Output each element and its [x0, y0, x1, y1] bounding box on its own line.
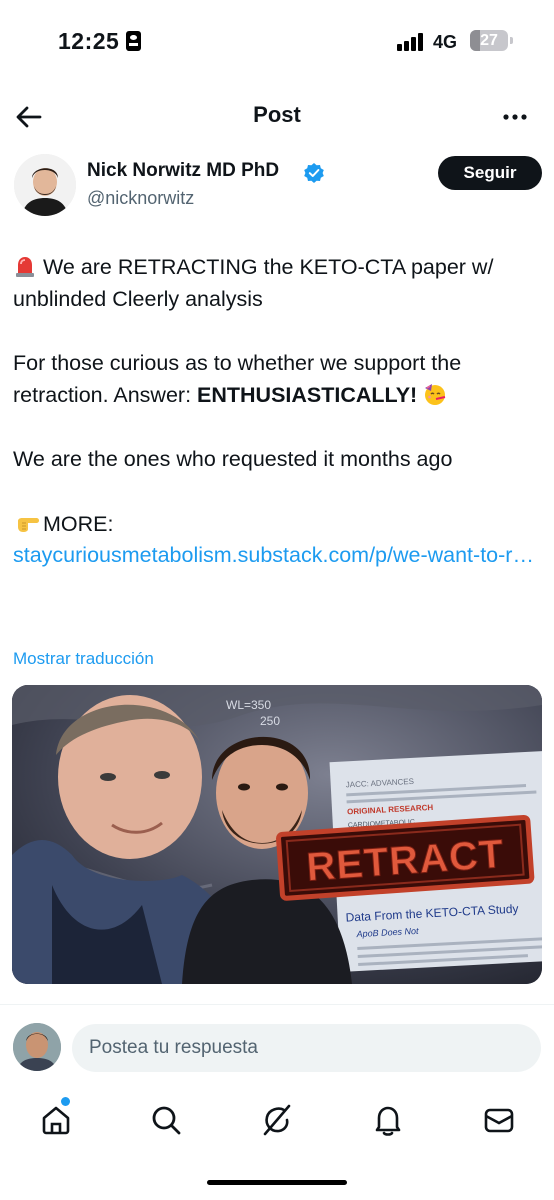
status-bar: 12:25 4G 27 [0, 0, 554, 80]
media-illustration: JACC: ADVANCES ORIGINAL RESEARCH CARDIOM… [12, 685, 542, 984]
home-icon [42, 1106, 70, 1135]
siren-emoji-icon [16, 257, 34, 277]
id-card-icon [126, 31, 141, 51]
messages-icon [484, 1108, 514, 1133]
nav-notifications[interactable] [368, 1100, 408, 1140]
author-avatar-image [14, 154, 76, 216]
current-user-avatar[interactable] [13, 1023, 61, 1071]
post-media-image[interactable]: JACC: ADVANCES ORIGINAL RESEARCH CARDIOM… [12, 685, 542, 984]
home-indicator [207, 1180, 347, 1185]
current-user-avatar-image [13, 1023, 61, 1071]
notifications-icon [375, 1106, 401, 1136]
battery-percentage: 27 [480, 32, 498, 49]
follow-button[interactable]: Seguir [438, 156, 542, 190]
post-text-1: We are RETRACTING the KETO-CTA paper w/ … [13, 255, 494, 311]
wl-label: WL=350 [226, 698, 271, 712]
home-notification-dot [61, 1097, 70, 1106]
author-handle[interactable]: @nicknorwitz [87, 188, 194, 209]
nav-messages[interactable] [479, 1100, 519, 1140]
post-paragraph: MORE: staycuriousmetabolism.substack.com… [13, 509, 543, 572]
post-body: We are RETRACTING the KETO-CTA paper w/ … [13, 252, 543, 572]
page-title: Post [253, 102, 301, 127]
post-more-label: MORE: [43, 511, 114, 536]
bottom-nav [0, 1090, 554, 1150]
nav-grok[interactable] [257, 1100, 297, 1140]
post-paragraph: For those curious as to whether we suppo… [13, 348, 543, 411]
battery-icon: 27 [470, 30, 508, 51]
author-avatar[interactable] [14, 154, 76, 216]
reply-input[interactable] [72, 1024, 541, 1072]
pointing-hand-emoji-icon [18, 517, 39, 532]
nav-home[interactable] [36, 1100, 76, 1140]
more-options-button[interactable] [498, 100, 532, 134]
post-paragraph: We are the ones who requested it months … [13, 444, 543, 476]
ww-label: 250 [260, 714, 280, 728]
network-type: 4G [433, 32, 458, 52]
more-dots-icon [503, 114, 527, 120]
status-time: 12:25 [58, 28, 120, 54]
post-text-3: We are the ones who requested it months … [13, 447, 453, 471]
post-text-2-bold: ENTHUSIASTICALLY! [197, 382, 418, 407]
verified-badge-icon [304, 163, 324, 183]
reply-divider [0, 1004, 554, 1005]
battery-tip [510, 37, 513, 44]
signal-icon [397, 33, 425, 51]
grok-icon [263, 1104, 291, 1136]
post-paragraph: We are RETRACTING the KETO-CTA paper w/ … [13, 252, 543, 315]
author-name[interactable]: Nick Norwitz MD PhD [87, 160, 279, 182]
post-link[interactable]: staycuriousmetabolism.substack.com/p/we-… [13, 543, 534, 567]
nav-search[interactable] [146, 1100, 186, 1140]
search-icon [152, 1106, 181, 1135]
show-translation-link[interactable]: Mostrar traducción [13, 649, 154, 669]
party-face-emoji-icon [425, 383, 446, 405]
post-header: Post [0, 88, 554, 144]
